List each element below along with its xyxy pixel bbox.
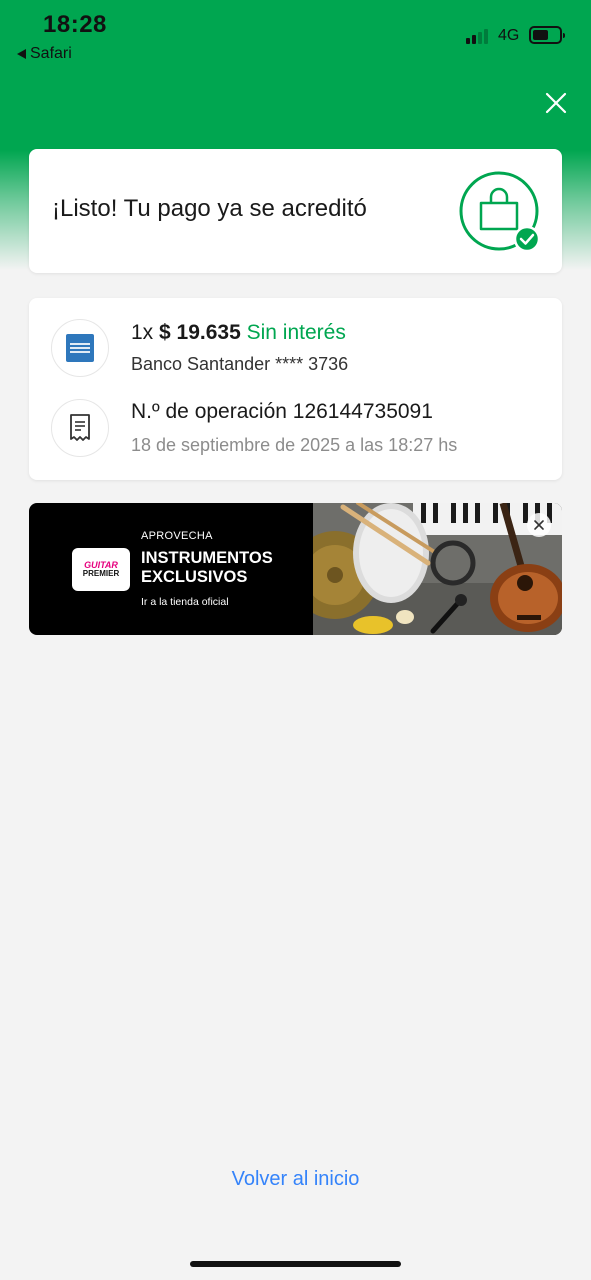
banner-kicker: APROVECHA (141, 530, 213, 542)
close-icon (545, 92, 567, 114)
network-type: 4G (498, 27, 520, 44)
status-time: 18:28 (43, 11, 107, 38)
promo-banner[interactable]: GUITAR PREMIER APROVECHA INSTRUMENTOS EX… (29, 503, 562, 635)
close-button[interactable] (541, 88, 571, 118)
receipt-icon (51, 399, 109, 457)
logo-text-2: PREMIER (82, 569, 120, 578)
banner-close-button[interactable] (527, 513, 551, 537)
success-title: ¡Listo! Tu pago ya se acreditó (52, 195, 367, 222)
payment-amount-line: 1x $ 19.635 Sin interés (131, 321, 346, 345)
payment-date: 18 de septiembre de 2025 a las 18:27 hs (131, 435, 458, 455)
close-icon (534, 520, 544, 530)
banner-title: INSTRUMENTOS EXCLUSIVOS (141, 549, 273, 586)
signal-strength-icon (466, 28, 488, 44)
banner-store-link[interactable]: Ir a la tienda oficial (141, 596, 229, 608)
back-app-label: Safari (30, 45, 72, 62)
installments: 1x (131, 321, 154, 344)
musical-instruments-image (313, 503, 562, 635)
back-to-safari[interactable]: Safari (17, 45, 72, 63)
payment-details-card: 1x $ 19.635 Sin interés Banco Santander … (29, 298, 562, 480)
back-home-link[interactable]: Volver al inicio (0, 1168, 591, 1191)
interest-label: Sin interés (246, 321, 346, 344)
shopping-bag-check-icon (459, 171, 541, 253)
home-indicator[interactable] (190, 1261, 401, 1267)
bank-card-info: Banco Santander **** 3736 (131, 354, 349, 374)
success-card: ¡Listo! Tu pago ya se acreditó (29, 149, 562, 273)
back-arrow-icon (17, 49, 26, 59)
battery-icon (529, 26, 565, 44)
guitar-premier-logo: GUITAR PREMIER (72, 548, 130, 591)
payment-success-screen: 18:28 Safari 4G ¡Listo! Tu pago ya se ac… (0, 0, 591, 1280)
amex-card-icon (51, 319, 109, 377)
operation-number: N.º de operación 126144735091 (131, 400, 433, 423)
payment-amount: $ 19.635 (159, 321, 241, 344)
